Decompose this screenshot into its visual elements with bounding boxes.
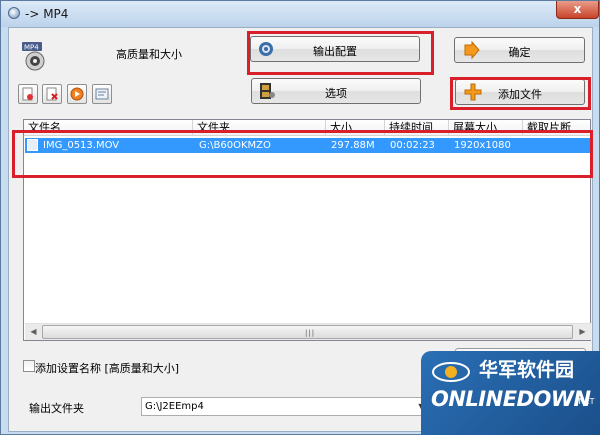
- video-file-icon: [27, 139, 38, 151]
- add-setting-label: 添加设置名称 [高质量和大小]: [35, 362, 180, 375]
- title-bar[interactable]: -> MP4 x: [1, 1, 599, 27]
- grip-icon: |||: [305, 329, 316, 337]
- onlinedown-watermark: 华军软件园 ONLINEDOWN .NET: [421, 351, 600, 435]
- horizontal-scrollbar[interactable]: ◀ ||| ▶: [25, 323, 591, 340]
- file-list[interactable]: 文件名 文件夹 大小 持续时间 屏幕大小 截取片断 IMG_0513.MOV G…: [23, 119, 591, 341]
- output-config-label: 输出配置: [313, 45, 357, 58]
- add-file-label: 添加文件: [498, 88, 542, 101]
- column-header-folder[interactable]: 文件夹: [193, 120, 326, 136]
- delete-file-icon: [22, 87, 33, 101]
- cell-folder: G:\B60OKMZO: [199, 140, 271, 151]
- app-window: -> MP4 x MP4 高质量和大小 输出配置 确定 选项 添加文件 文件名 …: [0, 0, 600, 435]
- svg-text:MP4: MP4: [24, 44, 39, 52]
- onlinedown-logo-icon: [432, 362, 470, 382]
- watermark-cn-text: 华军软件园: [479, 359, 575, 381]
- remove-file-button[interactable]: [42, 84, 62, 104]
- add-file-button[interactable]: 添加文件: [455, 79, 585, 105]
- info-button[interactable]: [92, 84, 112, 104]
- play-button[interactable]: [67, 84, 87, 104]
- cell-size: 297.88M: [331, 140, 375, 151]
- watermark-en-text: ONLINEDOWN: [431, 387, 591, 411]
- column-header-clip[interactable]: 截取片断: [523, 120, 590, 136]
- column-header-size[interactable]: 大小: [326, 120, 385, 136]
- mp4-format-icon: MP4: [22, 42, 45, 71]
- options-button[interactable]: 选项: [251, 78, 421, 104]
- output-config-button[interactable]: 输出配置: [250, 36, 420, 62]
- table-row[interactable]: IMG_0513.MOV G:\B60OKMZO 297.88M 00:02:2…: [25, 138, 591, 153]
- preset-label: 高质量和大小: [116, 48, 182, 61]
- options-label: 选项: [325, 87, 347, 100]
- cell-screen-size: 1920x1080: [454, 140, 511, 151]
- ok-label: 确定: [508, 46, 531, 59]
- add-setting-checkbox[interactable]: [23, 360, 35, 372]
- column-header-filename[interactable]: 文件名: [24, 120, 193, 136]
- scroll-left-arrow-icon[interactable]: ◀: [25, 324, 42, 341]
- play-icon: [70, 87, 84, 101]
- scrollbar-thumb[interactable]: |||: [42, 325, 573, 339]
- remove-file-icon: [46, 87, 58, 101]
- output-folder-label: 输出文件夹: [29, 402, 84, 415]
- column-header-duration[interactable]: 持续时间: [385, 120, 449, 136]
- cell-filename: IMG_0513.MOV: [43, 140, 120, 151]
- info-icon: [95, 88, 109, 100]
- window-title: -> MP4: [25, 7, 69, 21]
- cell-duration: 00:02:23: [390, 140, 435, 151]
- app-icon: [8, 7, 20, 19]
- ok-button[interactable]: 确定: [454, 37, 585, 63]
- close-button[interactable]: x: [556, 1, 599, 19]
- column-header-screen-size[interactable]: 屏幕大小: [449, 120, 523, 136]
- delete-file-button[interactable]: [18, 84, 38, 104]
- scroll-right-arrow-icon[interactable]: ▶: [574, 324, 591, 341]
- list-header: 文件名 文件夹 大小 持续时间 屏幕大小 截取片断: [24, 120, 590, 136]
- output-folder-input[interactable]: G:\J2EEmp4: [141, 397, 429, 416]
- watermark-suffix: .NET: [576, 397, 595, 406]
